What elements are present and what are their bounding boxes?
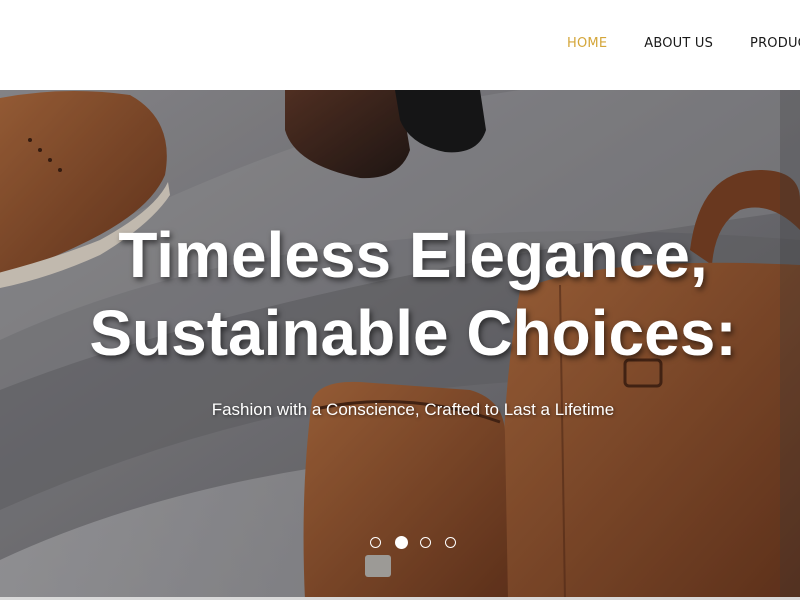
hero-title: Timeless Elegance, Sustainable Choices:	[0, 216, 800, 372]
carousel-dot-3[interactable]	[420, 537, 431, 548]
hero-subtitle: Fashion with a Conscience, Crafted to La…	[211, 400, 615, 419]
main-nav: HOME ABOUT US PRODUCTS	[567, 36, 800, 52]
hero-title-line-1: Timeless Elegance,	[118, 219, 708, 291]
nav-item-about-us[interactable]: ABOUT US	[644, 36, 713, 52]
carousel-dot-1[interactable]	[370, 537, 381, 548]
hero-banner: Timeless Elegance, Sustainable Choices: …	[0, 90, 800, 600]
nav-item-products[interactable]: PRODUCTS	[750, 36, 800, 52]
carousel-dot-4[interactable]	[445, 537, 456, 548]
nav-item-home[interactable]: HOME	[567, 36, 607, 52]
hero-title-line-2: Sustainable Choices:	[89, 297, 737, 369]
carousel-dot-2[interactable]	[395, 536, 408, 549]
carousel-indicators	[370, 536, 470, 549]
site-header: HOME ABOUT US PRODUCTS	[0, 0, 800, 90]
